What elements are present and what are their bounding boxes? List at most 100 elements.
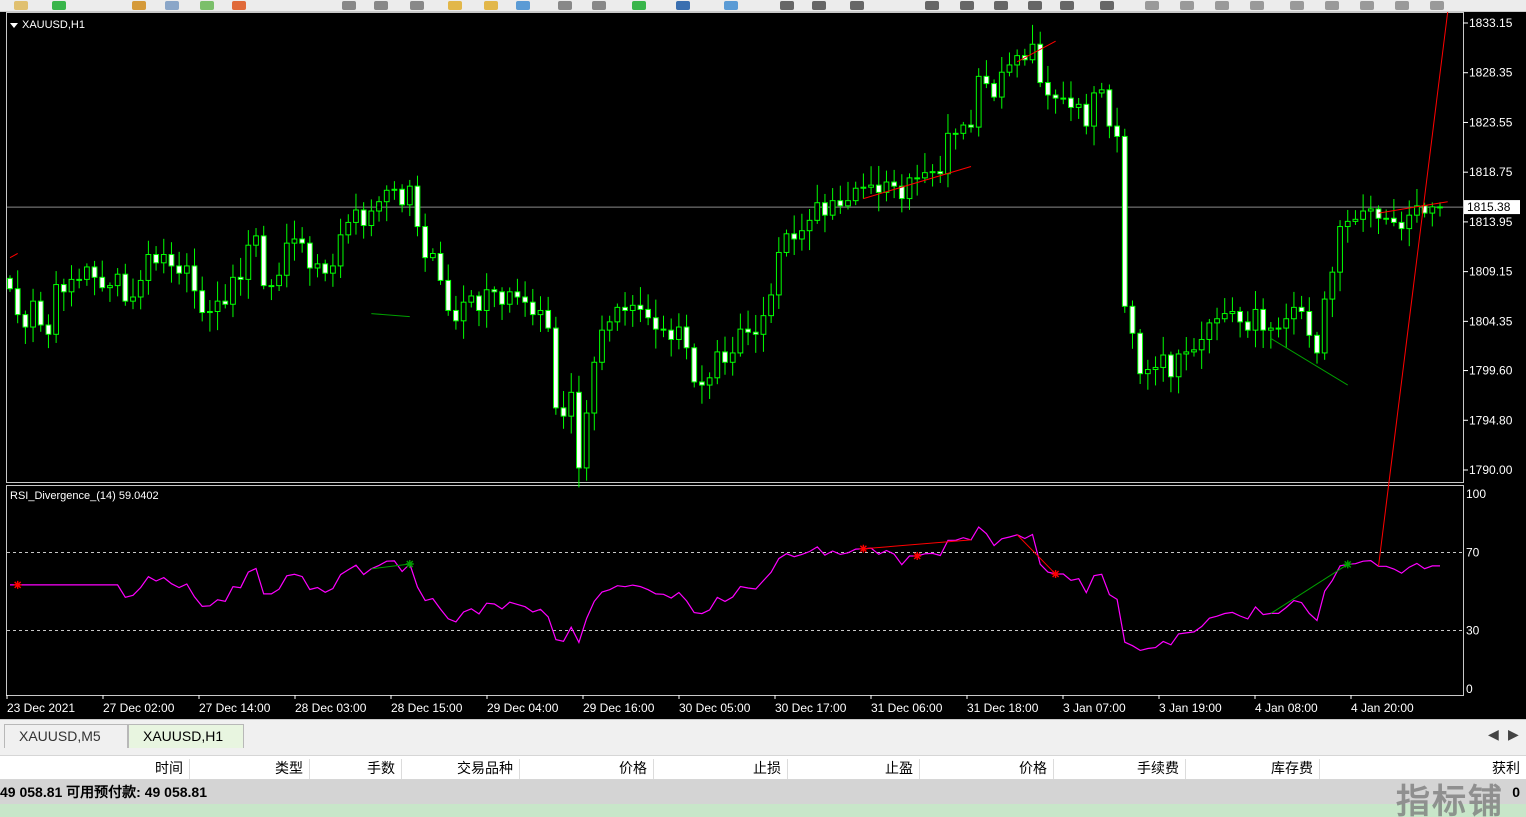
arrows-icon[interactable] [1060, 1, 1074, 10]
candle-body [476, 295, 482, 311]
col-stop-loss[interactable]: 止损 [654, 759, 788, 779]
tile-windows-icon[interactable] [516, 1, 530, 10]
candle-body [360, 209, 367, 227]
price-chart[interactable]: 1833.15 1828.35 1823.55 1818.75 1813.95 1809.… [0, 12, 1526, 719]
col-lots[interactable]: 手数 [310, 759, 402, 779]
col-take-profit[interactable]: 止盈 [788, 759, 920, 779]
candle-body [199, 290, 206, 314]
candle-body [875, 184, 882, 193]
price-axis-label: 1833.15 [1469, 16, 1513, 30]
candle-body [145, 254, 152, 281]
col-time[interactable]: 时间 [0, 759, 190, 779]
time-axis-label: 31 Dec 18:00 [967, 701, 1039, 715]
candle-body [729, 352, 736, 363]
fibonacci-icon[interactable] [960, 1, 974, 10]
candle-body [922, 172, 928, 179]
candle-body [1291, 306, 1297, 320]
tab-prev-icon[interactable]: ◀ [1488, 726, 1499, 743]
candle-body [7, 277, 13, 290]
period-mn-button[interactable] [1430, 1, 1444, 10]
vertical-line-icon[interactable] [850, 1, 864, 10]
time-axis-label: 28 Dec 15:00 [391, 701, 463, 715]
data-window-icon[interactable] [200, 1, 214, 10]
candle-body [991, 83, 997, 98]
rsi-pane-border [6, 485, 1464, 696]
candle-body [483, 289, 490, 311]
candle-body [45, 324, 52, 335]
chart-shift-icon[interactable] [592, 1, 606, 10]
time-axis-label: 4 Jan 20:00 [1351, 701, 1414, 715]
candle-body [214, 300, 221, 313]
period-d1-button[interactable] [1360, 1, 1374, 10]
candle-body [337, 234, 344, 267]
line-chart-icon[interactable] [410, 1, 424, 10]
period-h4-button[interactable] [1325, 1, 1339, 10]
candle-body [852, 187, 859, 202]
period-h1-button[interactable] [1290, 1, 1304, 10]
candle-body [1306, 311, 1313, 336]
candle-body [868, 184, 874, 188]
candle-body [845, 200, 851, 207]
periods-icon[interactable] [676, 1, 690, 10]
time-axis-label: 4 Jan 08:00 [1255, 701, 1318, 715]
candle-body [706, 377, 713, 386]
candle-chart-icon[interactable] [374, 1, 388, 10]
navigator-icon[interactable] [165, 1, 179, 10]
candle-body [153, 254, 159, 264]
period-m1-button[interactable] [1145, 1, 1159, 10]
scroll-chart-icon[interactable] [558, 1, 572, 10]
col-current-price[interactable]: 价格 [920, 759, 1054, 779]
balance-text: 49 058.81 可用预付款: 49 058.81 [0, 784, 208, 800]
col-symbol[interactable]: 交易品种 [402, 759, 520, 779]
time-axis-label: 23 Dec 2021 [7, 701, 75, 715]
candle-body [1237, 311, 1243, 323]
candle-body [968, 124, 974, 128]
candle-body [245, 244, 252, 280]
templates-icon[interactable] [724, 1, 738, 10]
period-m15-button[interactable] [1215, 1, 1229, 10]
col-price[interactable]: 价格 [520, 759, 654, 779]
zoom-out-icon[interactable] [484, 1, 498, 10]
col-swap[interactable]: 库存费 [1186, 759, 1320, 779]
candle-body [660, 328, 667, 331]
label-icon[interactable] [1028, 1, 1042, 10]
col-type[interactable]: 类型 [190, 759, 310, 779]
candle-body [1298, 306, 1305, 313]
time-axis-label: 28 Dec 03:00 [295, 701, 367, 715]
mt4-terminal: 1833.15 1828.35 1823.55 1818.75 1813.95 1809.… [0, 0, 1526, 817]
bar-chart-icon[interactable] [342, 1, 356, 10]
candle-body [1398, 221, 1405, 230]
zoom-in-icon[interactable] [448, 1, 462, 10]
collapse-triangle-icon[interactable] [10, 22, 18, 28]
period-w1-button[interactable] [1395, 1, 1409, 10]
tab-xauusd-h1[interactable]: XAUUSD,H1 [128, 724, 244, 748]
new-order-icon[interactable] [52, 1, 66, 10]
text-icon[interactable] [994, 1, 1008, 10]
candle-body [1390, 217, 1397, 223]
period-m30-button[interactable] [1250, 1, 1264, 10]
tab-next-icon[interactable]: ▶ [1508, 726, 1519, 743]
candle-body [714, 351, 721, 379]
candle-body [299, 238, 306, 244]
trendline-icon[interactable] [925, 1, 939, 10]
zoom-icon[interactable] [14, 1, 28, 10]
tab-xauusd-m5[interactable]: XAUUSD,M5 [4, 724, 128, 748]
cursor-icon[interactable] [780, 1, 794, 10]
candle-body [37, 300, 44, 326]
chart-window[interactable]: 1833.15 1828.35 1823.55 1818.75 1813.95 1809.… [0, 12, 1526, 719]
crosshair-icon[interactable] [812, 1, 826, 10]
candle-body [1129, 305, 1136, 334]
indicators-icon[interactable] [632, 1, 646, 10]
market-watch-icon[interactable] [132, 1, 146, 10]
candle-body [1337, 226, 1343, 273]
trade-table-header: 时间 类型 手数 交易品种 价格 止损 止盈 价格 手续费 库存费 获利 [0, 755, 1526, 780]
candle-body [68, 278, 75, 293]
chart-symbol-title: XAUUSD,H1 [10, 19, 85, 31]
candle-body [522, 296, 528, 303]
period-m5-button[interactable] [1180, 1, 1194, 10]
candle-body [1175, 353, 1182, 378]
col-commission[interactable]: 手续费 [1054, 759, 1186, 779]
autotrading-icon[interactable] [232, 1, 246, 10]
candle-body [253, 235, 259, 246]
dropdown-icon[interactable] [1100, 1, 1114, 10]
